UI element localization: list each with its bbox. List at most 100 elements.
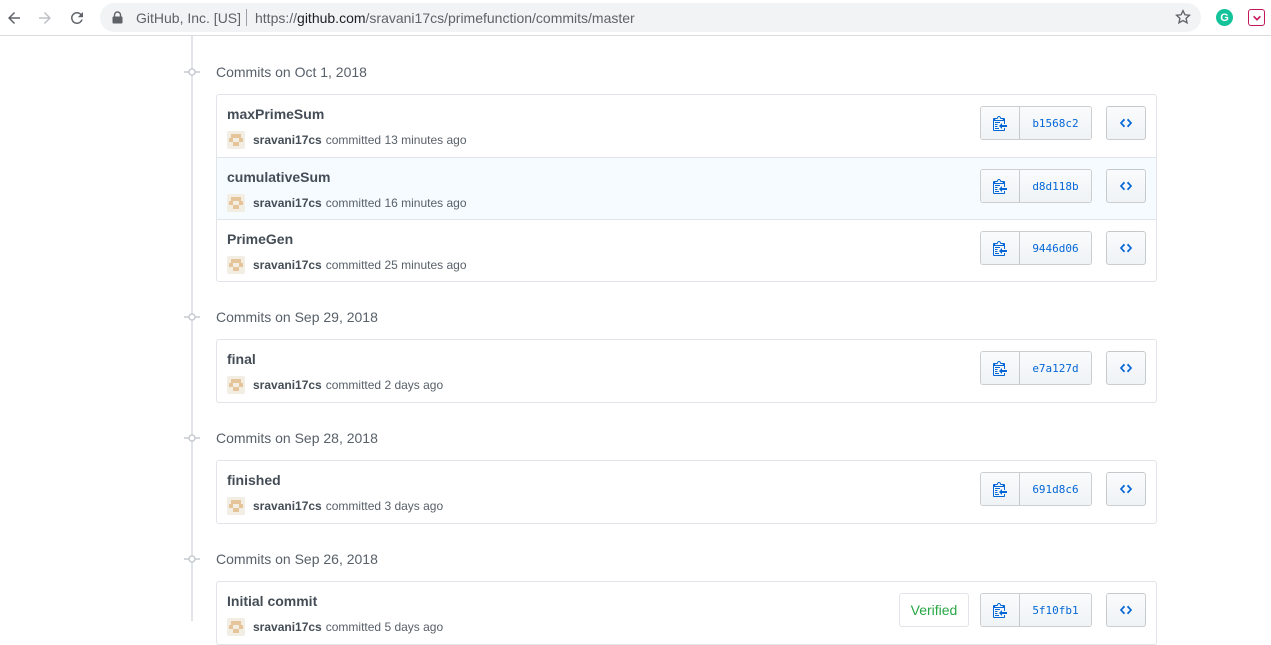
commit-time: 25 minutes ago <box>384 258 467 272</box>
url-scheme: https:// <box>255 10 298 26</box>
commit-sha-group: 9446d06 <box>980 231 1092 265</box>
clipboard-icon <box>993 360 1007 376</box>
code-icon <box>1119 241 1133 255</box>
copy-sha-button[interactable] <box>981 107 1020 139</box>
avatar[interactable] <box>227 376 245 394</box>
copy-sha-button[interactable] <box>981 473 1020 505</box>
browse-repo-button[interactable] <box>1106 106 1146 140</box>
forward-arrow-icon[interactable] <box>33 6 57 30</box>
commit-list: final sravani17cs committed 2 days ago e7a1… <box>216 339 1157 403</box>
code-icon <box>1119 603 1133 617</box>
author-link[interactable]: sravani17cs <box>253 378 322 392</box>
copy-sha-button[interactable] <box>981 594 1020 626</box>
commit-row: maxPrimeSum sravani17cs committed 13 minut… <box>217 95 1156 157</box>
commit-message-link[interactable]: finished <box>227 472 281 488</box>
commit-meta: sravani17cs committed 3 days ago <box>227 497 443 515</box>
author-link[interactable]: sravani17cs <box>253 133 322 147</box>
commit-group-header: Commits on Oct 1, 2018 <box>184 62 367 82</box>
commit-row: finished sravani17cs committed 3 days ago 6… <box>217 461 1156 523</box>
pocket-extension-icon[interactable] <box>1248 9 1265 26</box>
author-link[interactable]: sravani17cs <box>253 196 322 210</box>
git-commit-icon <box>184 64 200 80</box>
avatar[interactable] <box>227 497 245 515</box>
browse-repo-button[interactable] <box>1106 231 1146 265</box>
commit-sha-link[interactable]: e7a127d <box>1020 352 1091 384</box>
commit-message-link[interactable]: cumulativeSum <box>227 169 330 185</box>
commit-sha-link[interactable]: d8d118b <box>1020 170 1091 202</box>
clipboard-icon <box>993 115 1007 131</box>
avatar[interactable] <box>227 194 245 212</box>
commit-sha-group: d8d118b <box>980 169 1092 203</box>
commit-row: PrimeGen sravani17cs committed 25 minutes … <box>217 219 1156 281</box>
avatar[interactable] <box>227 256 245 274</box>
commit-meta: sravani17cs committed 2 days ago <box>227 376 443 394</box>
copy-sha-button[interactable] <box>981 170 1020 202</box>
commit-sha-group: 5f10fb1 <box>980 593 1092 627</box>
bookmark-star-icon[interactable] <box>1175 9 1191 25</box>
commit-action: committed <box>325 378 382 392</box>
commit-sha-link[interactable]: 691d8c6 <box>1020 473 1091 505</box>
browse-repo-button[interactable] <box>1106 593 1146 627</box>
commit-meta: sravani17cs committed 13 minutes ago <box>227 131 467 149</box>
commit-group-title: Commits on Sep 28, 2018 <box>216 430 378 446</box>
avatar[interactable] <box>227 131 245 149</box>
commit-list: maxPrimeSum sravani17cs committed 13 minut… <box>216 94 1157 282</box>
commit-group-header: Commits on Sep 29, 2018 <box>184 307 378 327</box>
git-commit-icon <box>184 430 200 446</box>
commit-time: 2 days ago <box>384 378 444 392</box>
commit-time: 16 minutes ago <box>384 196 467 210</box>
commit-time: 5 days ago <box>384 620 444 634</box>
commit-sha-group: e7a127d <box>980 351 1092 385</box>
commit-list: finished sravani17cs committed 3 days ago 6… <box>216 460 1157 524</box>
clipboard-icon <box>993 481 1007 497</box>
browse-repo-button[interactable] <box>1106 472 1146 506</box>
commit-message-link[interactable]: Initial commit <box>227 593 317 609</box>
commit-group-title: Commits on Sep 26, 2018 <box>216 551 378 567</box>
author-link[interactable]: sravani17cs <box>253 499 322 513</box>
code-icon <box>1119 482 1133 496</box>
commit-group-title: Commits on Oct 1, 2018 <box>216 64 367 80</box>
commit-sha-link[interactable]: 9446d06 <box>1020 232 1091 264</box>
clipboard-icon <box>993 240 1007 256</box>
code-icon <box>1119 179 1133 193</box>
commit-sha-link[interactable]: 5f10fb1 <box>1020 594 1091 626</box>
site-identity[interactable]: GitHub, Inc. [US] <box>136 10 241 26</box>
commit-meta: sravani17cs committed 16 minutes ago <box>227 194 467 212</box>
commit-row: Initial commit sravani17cs committed 5 day… <box>217 582 1156 644</box>
author-link[interactable]: sravani17cs <box>253 620 322 634</box>
commit-message-link[interactable]: maxPrimeSum <box>227 106 324 122</box>
reload-icon[interactable] <box>65 6 89 30</box>
browser-toolbar: GitHub, Inc. [US] https://github.com/sra… <box>0 0 1271 36</box>
commit-group-header: Commits on Sep 28, 2018 <box>184 428 378 448</box>
commit-action: committed <box>325 620 382 634</box>
lock-icon <box>112 11 123 24</box>
commit-message-link[interactable]: final <box>227 351 256 367</box>
commit-row: final sravani17cs committed 2 days ago e7a1… <box>217 340 1156 402</box>
commit-message-link[interactable]: PrimeGen <box>227 231 293 247</box>
verified-badge[interactable]: Verified <box>899 593 969 627</box>
copy-sha-button[interactable] <box>981 352 1020 384</box>
author-link[interactable]: sravani17cs <box>253 258 322 272</box>
copy-sha-button[interactable] <box>981 232 1020 264</box>
commit-group-title: Commits on Sep 29, 2018 <box>216 309 378 325</box>
clipboard-icon <box>993 602 1007 618</box>
commit-action: committed <box>325 499 382 513</box>
commit-row: cumulativeSum sravani17cs committed 16 min… <box>217 157 1156 219</box>
timeline-line <box>191 36 193 621</box>
commit-sha-group: b1568c2 <box>980 106 1092 140</box>
back-arrow-icon[interactable] <box>2 6 26 30</box>
commit-time: 3 days ago <box>384 499 444 513</box>
url-text[interactable]: https://github.com/sravani17cs/primefunc… <box>255 10 635 26</box>
url-path: /sravani17cs/primefunction/commits/maste… <box>365 10 635 26</box>
browse-repo-button[interactable] <box>1106 169 1146 203</box>
git-commit-icon <box>184 309 200 325</box>
url-host: github.com <box>297 10 366 26</box>
commit-time: 13 minutes ago <box>384 133 467 147</box>
commit-group-header: Commits on Sep 26, 2018 <box>184 549 378 569</box>
address-bar[interactable]: GitHub, Inc. [US] https://github.com/sra… <box>100 3 1201 32</box>
commit-sha-link[interactable]: b1568c2 <box>1020 107 1091 139</box>
grammarly-extension-icon[interactable]: G <box>1216 9 1233 26</box>
clipboard-icon <box>993 178 1007 194</box>
commit-list: Initial commit sravani17cs committed 5 day… <box>216 581 1157 645</box>
browse-repo-button[interactable] <box>1106 351 1146 385</box>
